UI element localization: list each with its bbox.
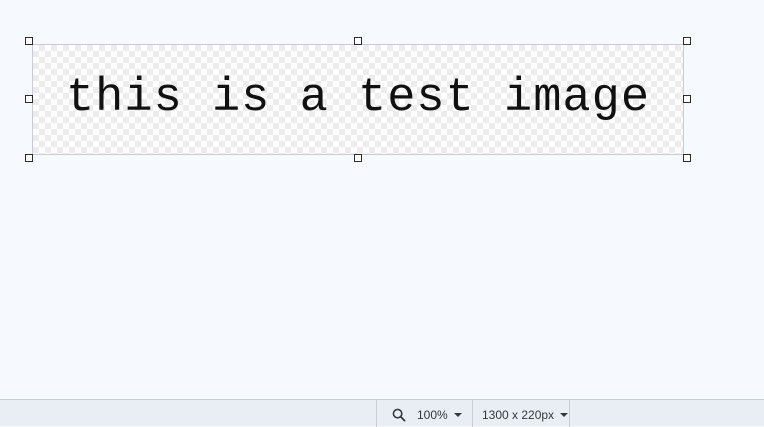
resize-handle-top-center[interactable]: [354, 37, 362, 45]
resize-handle-bottom-center[interactable]: [354, 154, 362, 162]
selected-image-layer[interactable]: this is a test image: [32, 44, 684, 155]
resize-handle-bottom-right[interactable]: [683, 154, 691, 162]
resize-handle-bottom-left[interactable]: [25, 154, 33, 162]
canvas-size-label: 1300 x 220px: [482, 408, 555, 422]
zoom-control[interactable]: 100%: [377, 400, 472, 427]
zoom-dropdown[interactable]: 100%: [417, 408, 462, 422]
search-icon[interactable]: [392, 408, 406, 422]
resize-handle-middle-right[interactable]: [683, 95, 691, 103]
chevron-down-icon: [453, 413, 462, 417]
canvas-size-dropdown[interactable]: 1300 x 220px: [482, 408, 569, 422]
resize-handle-middle-left[interactable]: [25, 95, 33, 103]
chevron-down-icon: [560, 413, 569, 417]
canvas-workspace[interactable]: this is a test image: [0, 0, 764, 399]
resize-handle-top-left[interactable]: [25, 37, 33, 45]
resize-handle-top-right[interactable]: [683, 37, 691, 45]
zoom-level-label: 100%: [417, 408, 448, 422]
canvas-size-control[interactable]: 1300 x 220px: [473, 400, 569, 427]
image-text: this is a test image: [65, 72, 651, 125]
status-divider: [569, 400, 570, 427]
status-bar: 100% 1300 x 220px: [0, 399, 764, 427]
